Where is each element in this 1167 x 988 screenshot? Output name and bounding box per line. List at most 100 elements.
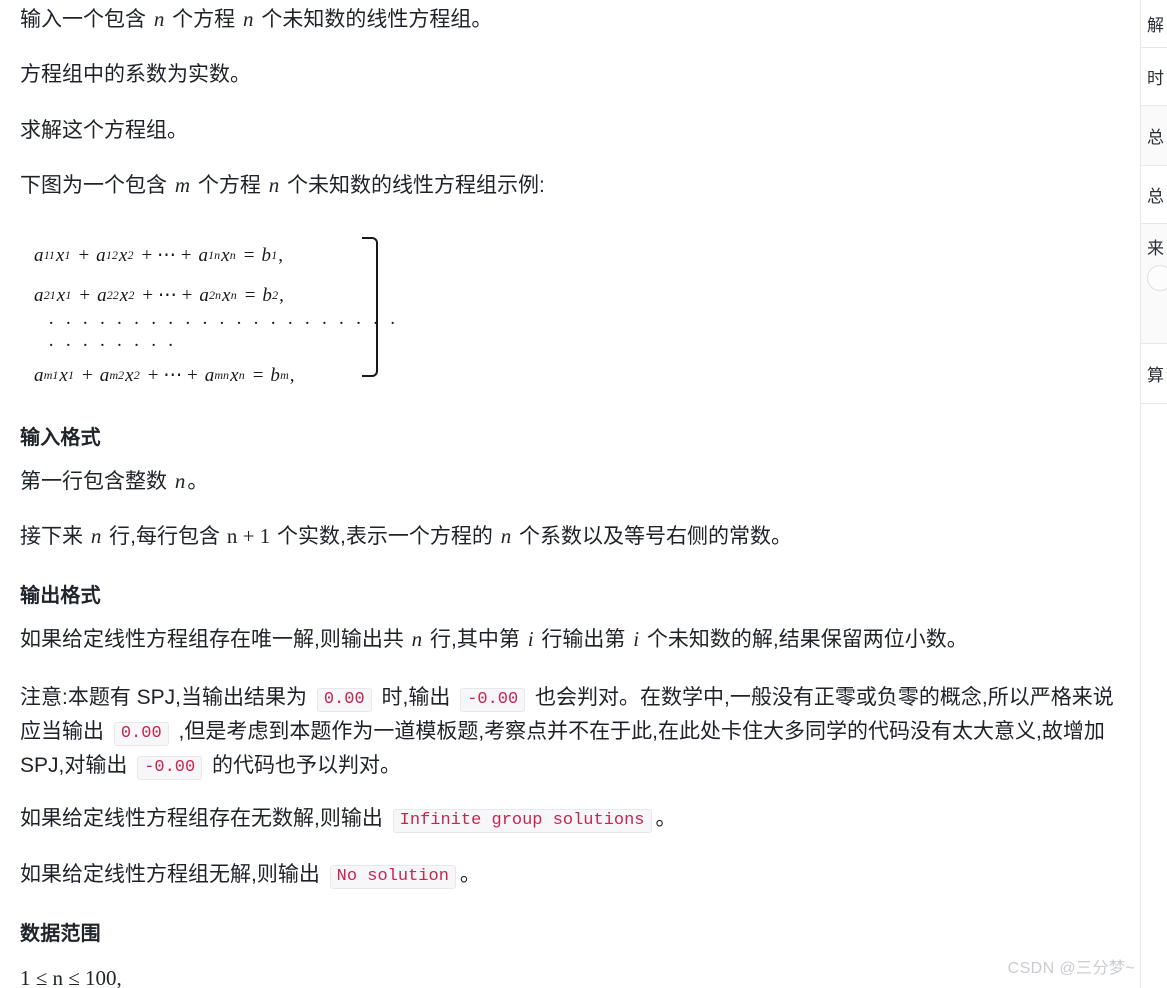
equation-ellipsis-row: · · · · · · · · · · · · · · · · · · · · … (48, 313, 399, 357)
intro-1-pre: 输入一个包含 (20, 8, 152, 31)
nosol-post: 。 (459, 863, 481, 887)
var-x1: x (56, 284, 66, 306)
var-n-b: n (500, 524, 512, 549)
var-xn-sub: n (230, 288, 237, 303)
side-panel-row-algorithm[interactable]: 算 (1141, 344, 1167, 404)
output-infinite-solutions-paragraph: 如果给定线性方程组存在无数解,则输出 Infinite group soluti… (20, 805, 1120, 834)
row-tail: , (289, 364, 295, 386)
note-text-5: 的代码也予以判对。 (206, 754, 402, 778)
problem-statement-article: 输入一个包含 n 个方程 n 个未知数的线性方程组。 方程组中的系数为实数。 求… (0, 0, 1140, 988)
code-zero-positive: 0.00 (316, 688, 372, 713)
output-format-spj-note: 注意:本题有 SPJ,当输出结果为 0.00 时,输出 -0.00 也会判对。在… (20, 681, 1120, 783)
coef-am1: a (34, 364, 44, 386)
code-no-solution: No solution (329, 865, 456, 890)
right-brace-bracket (362, 237, 378, 378)
side-panel-row-solve[interactable]: 解 (1141, 0, 1167, 48)
coef-a11-sub: 11 (43, 248, 55, 263)
var-n-3: n (268, 172, 280, 197)
equation-row: a 21 x 1 + a 22 x 2 + ⋯ + a 2n x n = b2, (34, 275, 400, 315)
if-2-mid: 行,每行包含 (103, 525, 226, 549)
var-xn: x (221, 244, 230, 266)
const-bm-sub: m (280, 368, 289, 383)
var-x2-sub: 2 (133, 368, 140, 383)
expr-n-plus-1: n + 1 (226, 524, 271, 549)
nosol-pre: 如果给定线性方程组无解,则输出 (20, 863, 326, 887)
code-zero-positive-2: 0.00 (113, 722, 169, 747)
var-n: n (174, 469, 186, 494)
equals-sign: = (252, 364, 264, 386)
equation-row: a m1 x 1 + a m2 x 2 + ⋯ + a mn x n = bm, (34, 355, 400, 395)
cdots-plus: + ⋯ + (147, 364, 198, 386)
coef-a21: a (34, 284, 44, 306)
var-n-a: n (90, 524, 102, 549)
problem-info-side-panel: 解 时 总 总 来 算 (1140, 0, 1167, 988)
row-tail: , (279, 284, 284, 306)
var-xn-sub: n (229, 248, 236, 263)
plus-sign: + (79, 284, 91, 306)
side-panel-label: 解 (1147, 16, 1164, 35)
side-panel-row-total-1[interactable]: 总 (1141, 106, 1167, 166)
inf-post: 。 (655, 807, 677, 831)
var-x2: x (118, 244, 128, 266)
side-panel-row-source[interactable]: 来 (1141, 224, 1167, 344)
var-x2-sub: 2 (127, 248, 134, 263)
if-2-mid2: 个实数,表示一个方程的 (271, 525, 499, 549)
var-xn-sub: n (238, 368, 245, 383)
csdn-watermark: CSDN @三分梦~ (1007, 960, 1135, 977)
var-m-1: m (174, 172, 191, 197)
cdots-plus: + ⋯ + (142, 284, 193, 306)
intro-paragraph-2: 方程组中的系数为实数。 (20, 63, 251, 87)
page-root: 输入一个包含 n 个方程 n 个未知数的线性方程组。 方程组中的系数为实数。 求… (0, 0, 1167, 988)
equals-sign: = (244, 284, 256, 306)
var-x1-sub: 1 (64, 248, 71, 263)
input-format-paragraph-2: 接下来 n 行,每行包含 n + 1 个实数,表示一个方程的 n 个系数以及等号… (20, 523, 1120, 550)
coef-a22-sub: 22 (106, 288, 119, 303)
plus-sign: + (82, 364, 93, 386)
coef-am1-sub: m1 (43, 368, 59, 383)
side-panel-row-time-limit[interactable]: 时 (1141, 48, 1167, 106)
row-tail: , (278, 244, 283, 266)
if-2-pre: 接下来 (20, 525, 89, 549)
side-panel-label: 总 (1147, 128, 1164, 147)
var-xn: x (222, 284, 231, 306)
coef-a22: a (97, 284, 107, 306)
var-x1: x (59, 364, 69, 386)
equals-sign: = (243, 244, 255, 266)
section-heading-output-format: 输出格式 (20, 584, 101, 607)
equation-row: a 11 x 1 + a 12 x 2 + ⋯ + a 1n x n = b1, (34, 235, 400, 275)
of-1-mid: 行,其中第 (424, 627, 526, 651)
intro-1-mid: 个方程 (166, 8, 242, 31)
if-2-post: 个系数以及等号右侧的常数。 (513, 525, 793, 549)
inf-pre: 如果给定线性方程组存在无数解,则输出 (20, 807, 389, 831)
side-panel-label: 总 (1147, 187, 1164, 206)
var-x1-sub: 1 (68, 368, 75, 383)
code-infinite-group-solutions: Infinite group solutions (392, 809, 652, 834)
const-b2: b (262, 284, 273, 306)
coef-a12-sub: 12 (105, 248, 118, 263)
coef-amn-sub: mn (214, 368, 230, 383)
intro-paragraph-4: 下图为一个包含 m 个方程 n 个未知数的线性方程组示例: (20, 172, 1120, 199)
cdots-plus: + ⋯ + (141, 244, 192, 266)
of-1-pre: 如果给定线性方程组存在唯一解,则输出共 (20, 627, 410, 651)
coef-amn: a (204, 364, 215, 386)
section-heading-data-range: 数据范围 (20, 923, 101, 946)
intro-paragraph-1: 输入一个包含 n 个方程 n 个未知数的线性方程组。 (20, 0, 1120, 33)
code-zero-negative: -0.00 (460, 688, 526, 713)
if-1-post: 。 (187, 470, 209, 494)
coef-a2n-sub: 2n (209, 288, 222, 303)
coef-a12: a (96, 244, 106, 266)
coef-am2-sub: m2 (109, 368, 125, 383)
code-zero-negative-2: -0.00 (137, 756, 203, 781)
intro-4-mid: 个方程 (192, 173, 267, 197)
note-text-1: 注意:本题有 SPJ,当输出结果为 (20, 686, 313, 710)
side-panel-label: 时 (1147, 69, 1164, 88)
coef-a21-sub: 21 (43, 288, 56, 303)
const-b1: b (261, 244, 272, 266)
intro-1-post: 个未知数的线性方程组。 (255, 8, 493, 31)
coef-a1n: a (198, 244, 209, 266)
if-1-pre: 第一行包含整数 (20, 470, 173, 494)
coef-a2n: a (199, 284, 210, 306)
side-panel-row-total-2[interactable]: 总 (1141, 166, 1167, 224)
var-x1-sub: 1 (65, 288, 72, 303)
input-format-paragraph-1: 第一行包含整数 n。 (20, 468, 1120, 495)
